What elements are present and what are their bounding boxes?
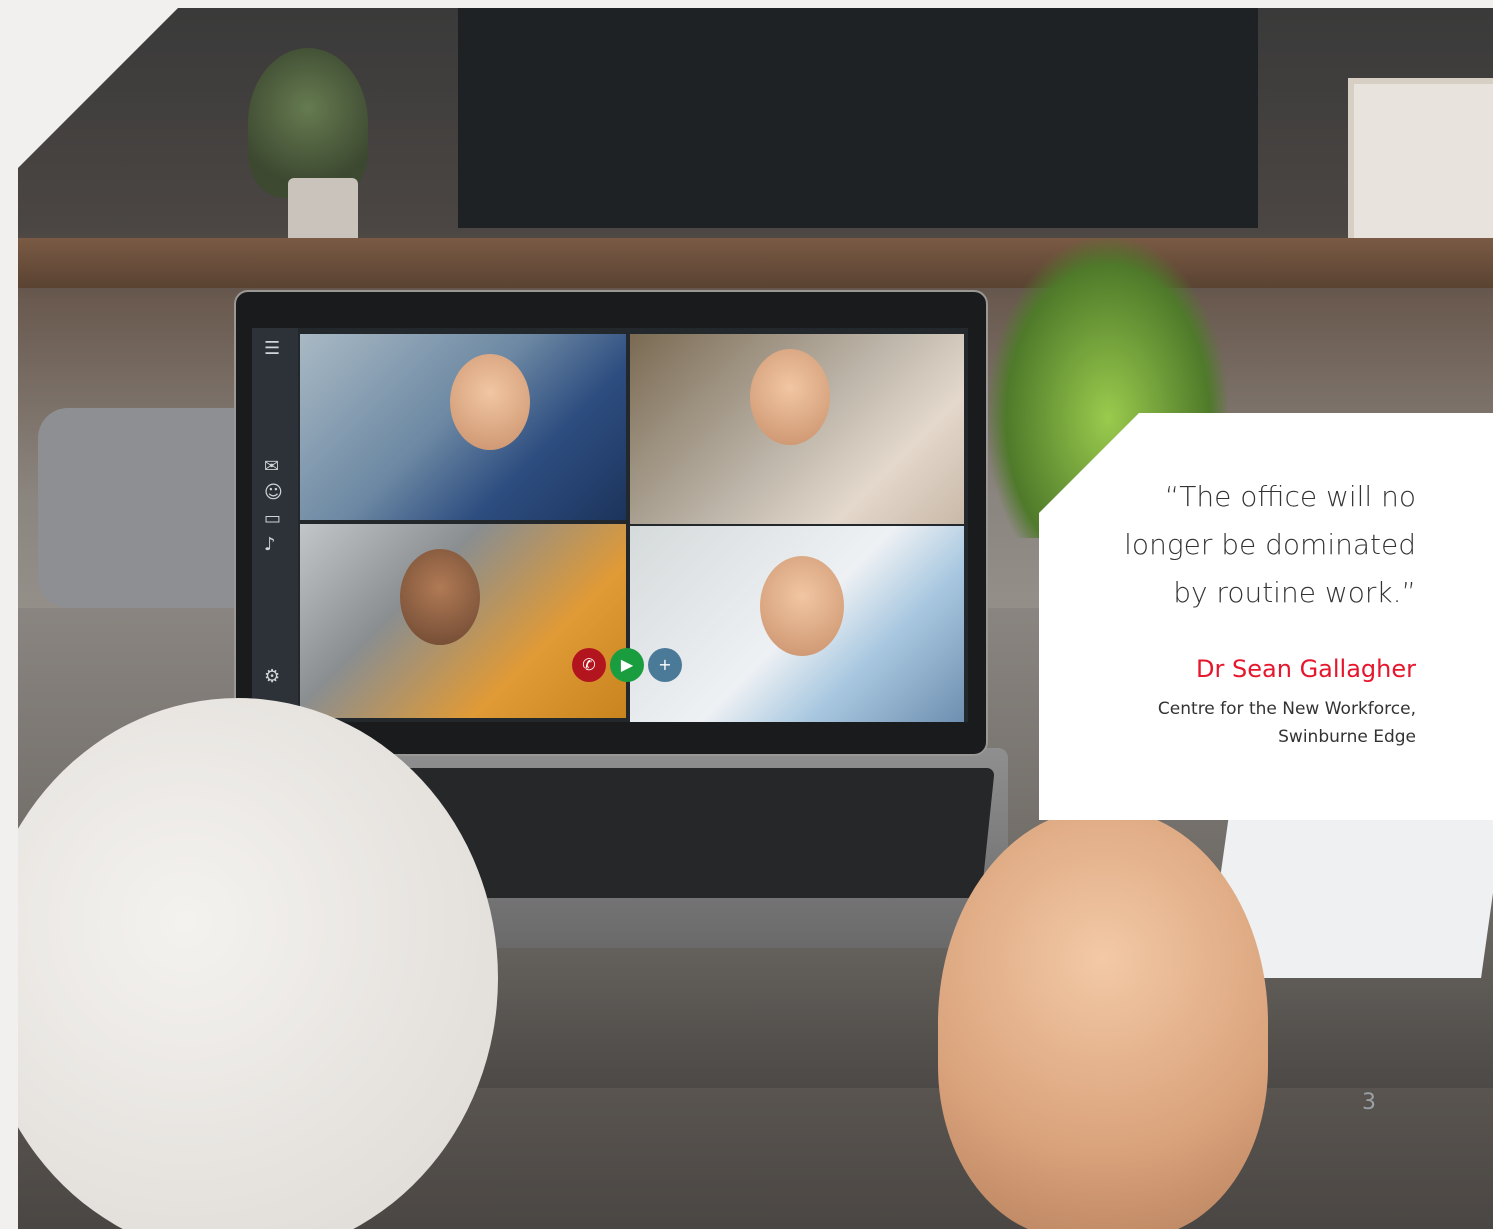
- participant-face: [450, 354, 530, 450]
- video-camera-icon[interactable]: ▶: [610, 648, 644, 682]
- participant-face: [750, 349, 830, 445]
- video-call-screen: ☰ ✉ ☺ ▭ ♪ ⚙ ✆ ▶ +: [252, 328, 968, 722]
- author-affiliation: Centre for the New Workforce, Swinburne …: [1076, 695, 1416, 751]
- plant-left: [248, 48, 368, 198]
- quote-line: “The office will no: [1164, 480, 1416, 513]
- wall-picture-frame: [1348, 78, 1493, 250]
- shelf: [18, 238, 1493, 288]
- affiliation-line: Centre for the New Workforce,: [1157, 699, 1416, 719]
- pull-quote: “The office will no longer be dominated …: [1076, 473, 1416, 617]
- affiliation-line: Swinburne Edge: [1278, 727, 1416, 747]
- contact-icon[interactable]: ☺: [264, 484, 283, 502]
- settings-icon[interactable]: ⚙: [264, 668, 280, 686]
- end-call-icon[interactable]: ✆: [572, 648, 606, 682]
- participant-tile: [300, 524, 626, 718]
- quote-author: Dr Sean Gallagher: [1196, 655, 1416, 683]
- chat-icon[interactable]: ▭: [264, 510, 281, 528]
- participant-face: [400, 549, 480, 645]
- add-participant-icon[interactable]: +: [648, 648, 682, 682]
- quote-line: by routine work.”: [1173, 576, 1416, 609]
- wall-tv: [458, 8, 1258, 228]
- microphone-icon[interactable]: ♪: [264, 536, 276, 554]
- participant-tile: [630, 526, 964, 722]
- person-hand: [938, 808, 1268, 1229]
- page-number: 3: [1362, 1090, 1376, 1115]
- mail-icon[interactable]: ✉: [264, 458, 279, 476]
- laptop: ☰ ✉ ☺ ▭ ♪ ⚙ ✆ ▶ +: [234, 290, 988, 756]
- participant-face: [760, 556, 844, 656]
- quote-line: longer be dominated: [1124, 528, 1416, 561]
- call-sidebar: ☰ ✉ ☺ ▭ ♪ ⚙: [252, 328, 298, 722]
- menu-icon[interactable]: ☰: [264, 340, 280, 358]
- participant-tile: [300, 334, 626, 520]
- quote-card: “The office will no longer be dominated …: [1039, 413, 1493, 820]
- participant-tile: [630, 334, 964, 524]
